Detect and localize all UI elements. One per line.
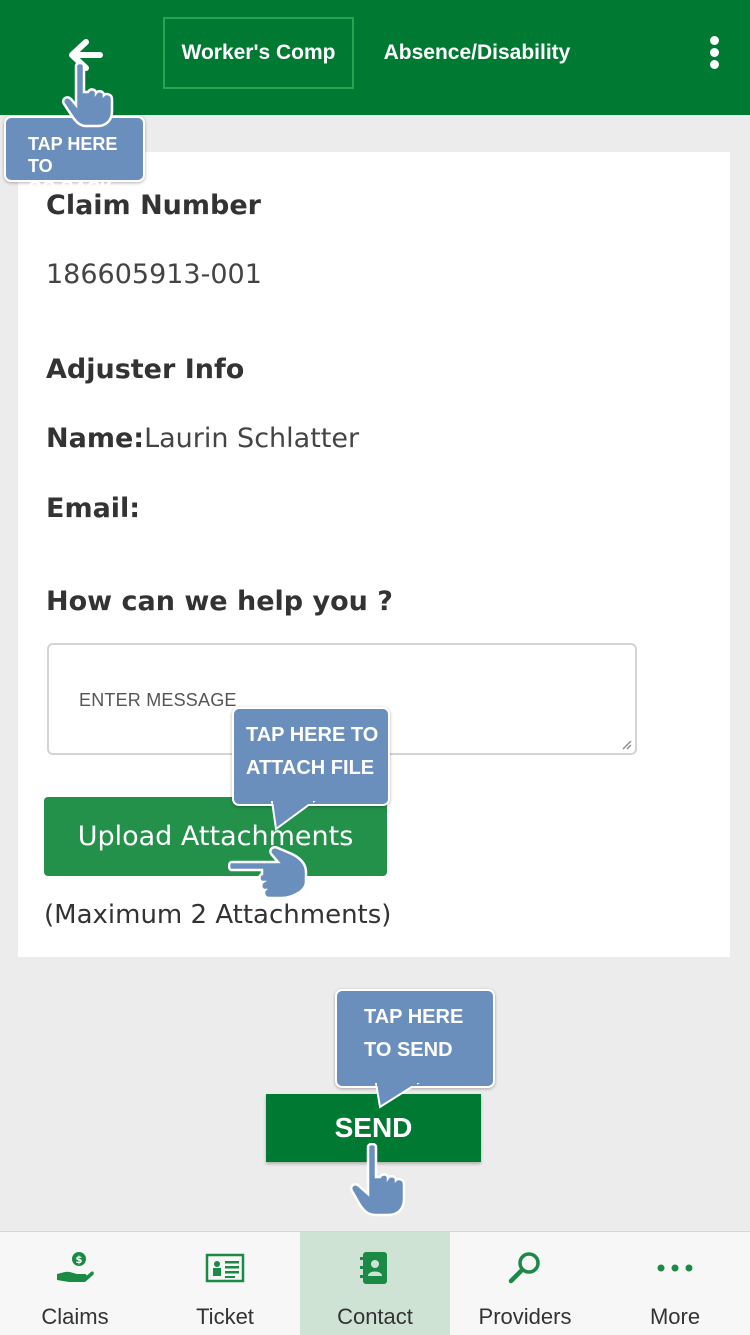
tooltip-back-line-1: TAP HERE TO [28, 134, 118, 176]
svg-text:$: $ [76, 1255, 83, 1266]
help-prompt: How can we help you ? [46, 586, 393, 617]
upload-attachments-button[interactable]: Upload Attachments [44, 797, 387, 876]
claim-number-value: 186605913-001 [46, 259, 262, 290]
more-dots-icon [655, 1250, 695, 1286]
contact-book-icon [355, 1250, 395, 1286]
tooltip-send-tail [374, 1083, 420, 1109]
tooltip-attach-line-1: TAP HERE TO [246, 724, 379, 746]
tab-absence-disability[interactable]: Absence/Disability [372, 17, 582, 89]
tab-workers-comp[interactable]: Worker's Comp [163, 17, 354, 89]
tooltip-send: TAP HERE TO SEND [335, 989, 495, 1088]
max-attachments-note: (Maximum 2 Attachments) [44, 900, 392, 930]
nav-item-claims[interactable]: $ Claims [0, 1232, 150, 1335]
nav-label-providers: Providers [478, 1304, 572, 1329]
claim-card: Claim Number 186605913-001 Adjuster Info… [18, 152, 730, 957]
nav-item-ticket[interactable]: Ticket [150, 1232, 300, 1335]
tooltip-send-line-2: TO SEND [364, 1039, 453, 1061]
search-icon [505, 1250, 545, 1286]
nav-item-providers[interactable]: Providers [450, 1232, 600, 1335]
hand-pointer-icon [62, 62, 114, 128]
ticket-icon [205, 1250, 245, 1286]
kebab-menu-icon[interactable] [700, 36, 728, 76]
adjuster-name-label: Name: [46, 423, 145, 454]
tooltip-send-line-1: TAP HERE [364, 1006, 464, 1028]
nav-item-contact[interactable]: Contact [300, 1232, 450, 1335]
nav-label-contact: Contact [337, 1304, 413, 1329]
nav-item-more[interactable]: More [600, 1232, 750, 1335]
message-placeholder: ENTER MESSAGE [79, 690, 237, 710]
adjuster-email-row: Email: [46, 493, 140, 524]
adjuster-name-row: Name:Laurin Schlatter [46, 423, 359, 454]
tooltip-attach-line-2: ATTACH FILE [246, 757, 375, 779]
nav-label-ticket: Ticket [196, 1304, 254, 1329]
hand-pointer-icon [228, 846, 308, 900]
nav-label-more: More [649, 1304, 701, 1329]
tooltip-attach-file: TAP HERE TO ATTACH FILE [232, 707, 390, 806]
adjuster-info-heading: Adjuster Info [46, 354, 245, 385]
tooltip-attach-tail [270, 801, 316, 831]
adjuster-name-value: Laurin Schlatter [144, 423, 360, 454]
resize-grip-icon[interactable] [620, 738, 632, 750]
bottom-nav: $ Claims Ticket Contact Providers More [0, 1231, 750, 1335]
hand-dollar-icon: $ [55, 1250, 95, 1286]
nav-label-claims: Claims [41, 1304, 109, 1329]
tooltip-back-line-2: GO BACK [28, 178, 113, 198]
hand-pointer-icon [350, 1143, 406, 1217]
adjuster-email-label: Email: [46, 493, 141, 524]
